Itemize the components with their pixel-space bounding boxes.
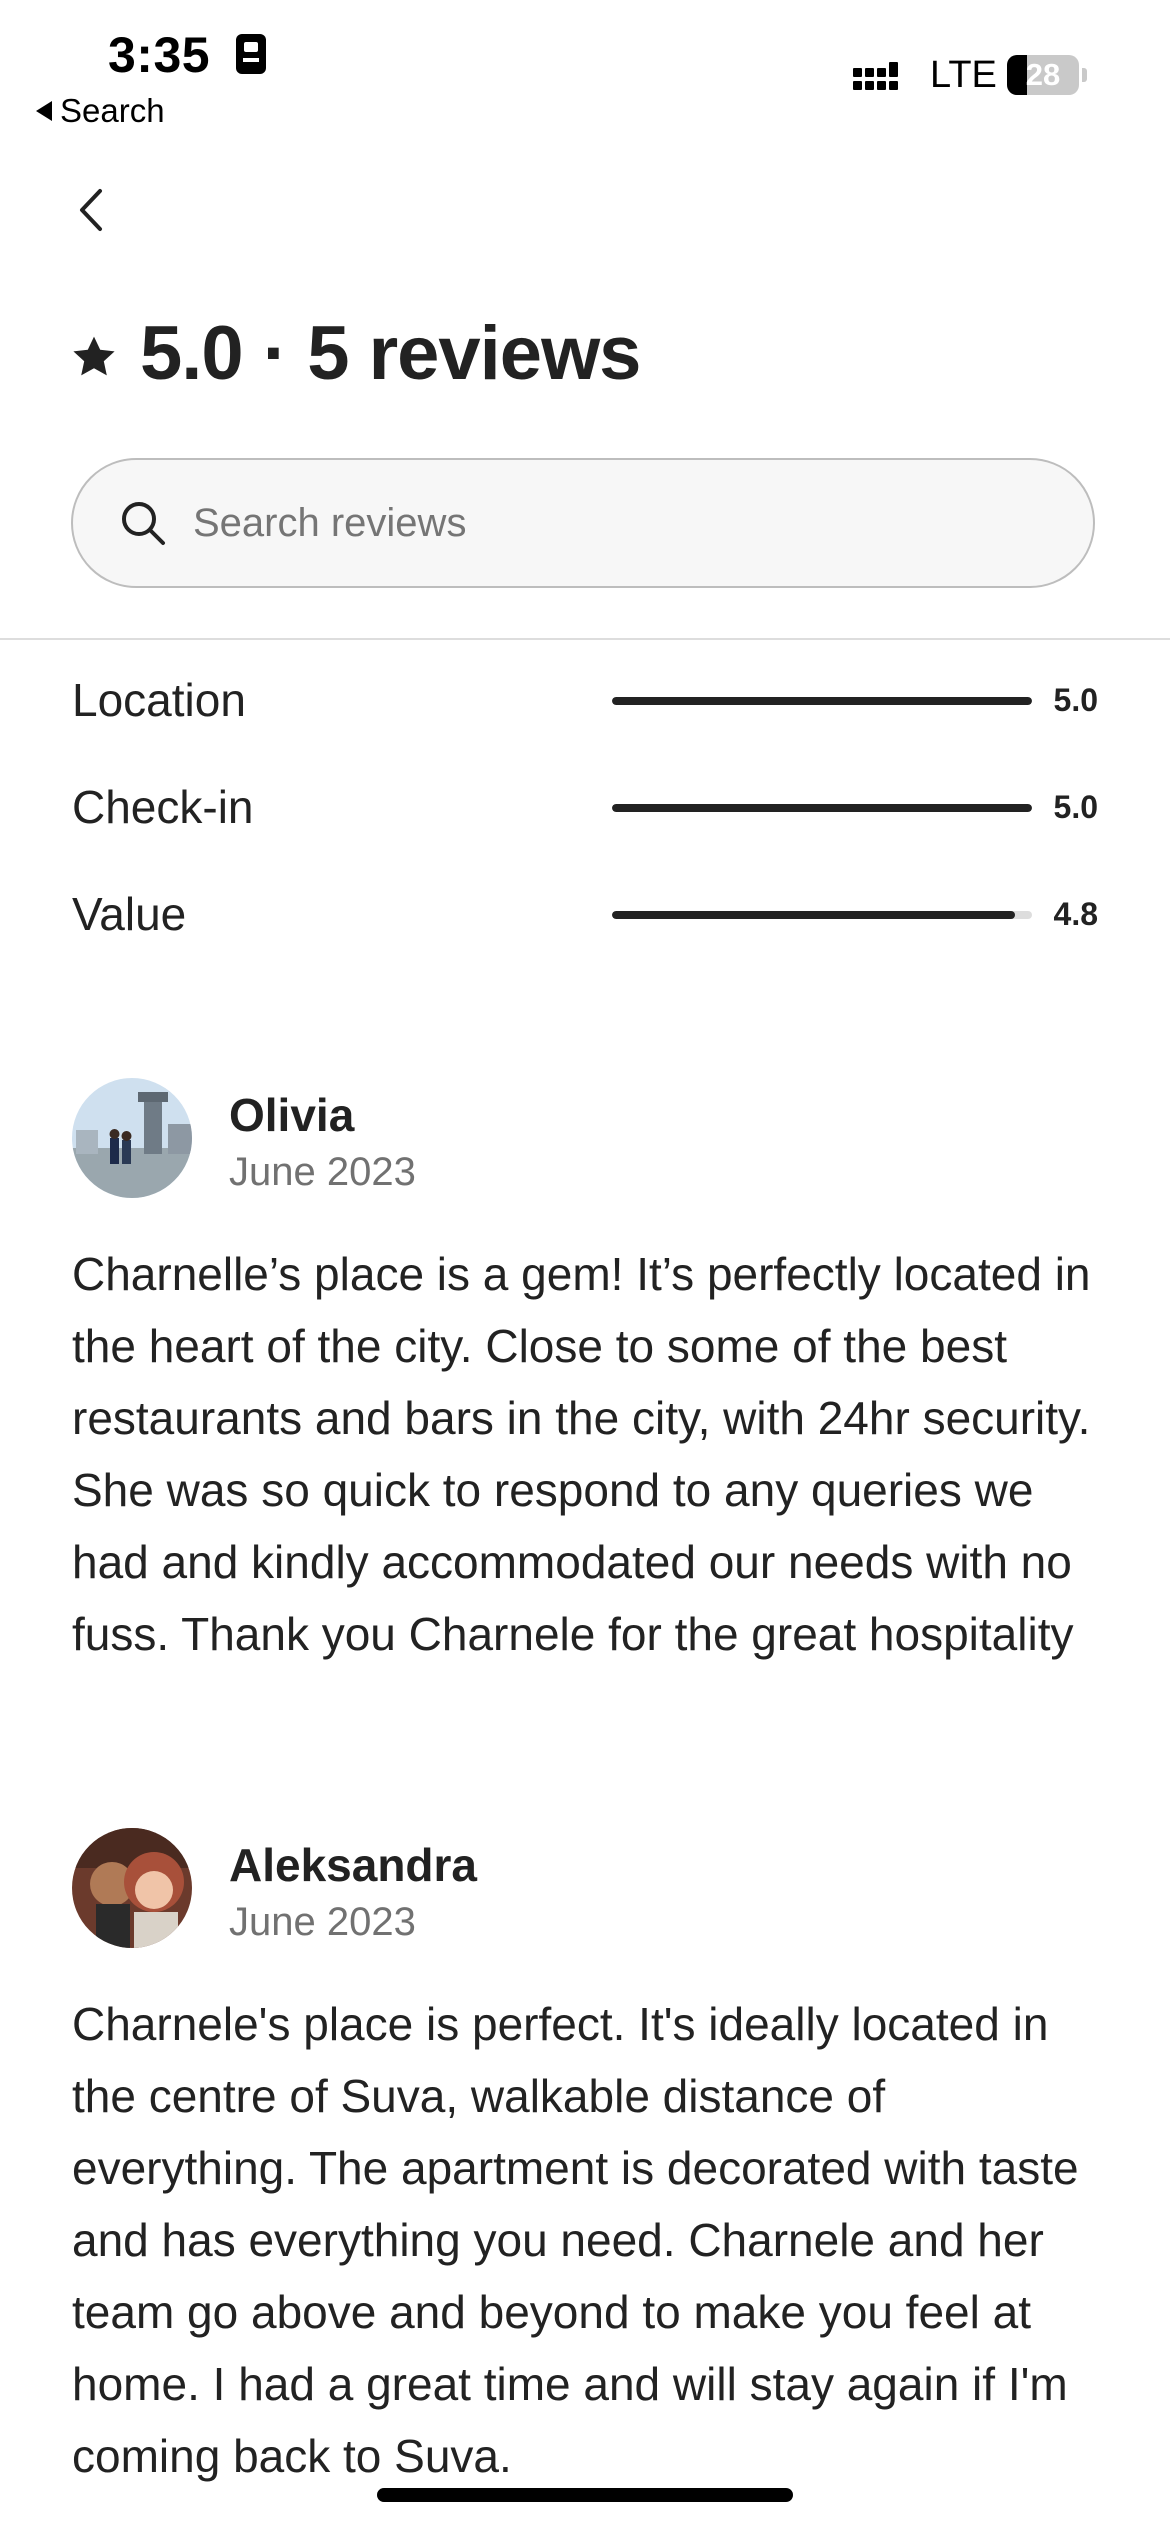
back-to-search-label: Search (60, 92, 165, 129)
category-row-location: Location 5.0 (72, 670, 1098, 730)
rating-bar-fill (612, 804, 1032, 812)
back-button[interactable] (68, 185, 118, 235)
category-label: Value (72, 888, 187, 940)
category-label: Check-in (72, 781, 254, 833)
category-row-check-in: Check-in 5.0 (72, 777, 1098, 837)
chevron-left-icon (80, 189, 102, 231)
category-row-value: Value 4.8 (72, 884, 1098, 944)
category-label: Location (72, 674, 246, 726)
status-time: 3:35 (108, 27, 211, 83)
category-score: 5.0 (1053, 682, 1098, 718)
category-score: 5.0 (1053, 789, 1098, 825)
search-icon (122, 502, 165, 545)
rating-bar-track (612, 804, 1032, 812)
review-text: Charnelle’s place is a gem! It’s perfect… (72, 1248, 1091, 1660)
rating-bar-fill (612, 697, 1032, 705)
search-reviews-box[interactable] (71, 458, 1095, 588)
review-text: Charnele's place is perfect. It's ideall… (72, 1998, 1079, 2482)
signal-icon (853, 58, 913, 98)
status-bar: 3:35 Search LTE 28 (0, 0, 1170, 140)
rating-bar-track (612, 697, 1032, 705)
review-date: June 2023 (229, 1150, 416, 1194)
rating-bar-fill (612, 911, 1016, 919)
reviewer-name[interactable]: Aleksandra (229, 1838, 477, 1892)
back-to-search-link[interactable]: Search (36, 92, 165, 130)
reviewer-name[interactable]: Olivia (229, 1088, 354, 1142)
battery-percent: 28 (1025, 57, 1061, 92)
avatar[interactable] (72, 1828, 192, 1948)
avatar[interactable] (72, 1078, 192, 1198)
category-score: 4.8 (1053, 896, 1098, 932)
divider (0, 638, 1170, 640)
battery-icon: 28 (1007, 55, 1089, 97)
home-indicator[interactable] (377, 2488, 793, 2502)
rating-header: 5.0 · 5 reviews (70, 310, 641, 397)
rating-summary: 5.0 · 5 reviews (140, 311, 641, 396)
network-type: LTE (930, 54, 997, 96)
back-triangle-icon (36, 101, 52, 121)
id-badge-icon (236, 34, 266, 74)
star-icon (73, 336, 115, 375)
rating-bar-track (612, 911, 1032, 919)
review-date: June 2023 (229, 1900, 416, 1944)
search-reviews-input[interactable] (191, 499, 995, 547)
